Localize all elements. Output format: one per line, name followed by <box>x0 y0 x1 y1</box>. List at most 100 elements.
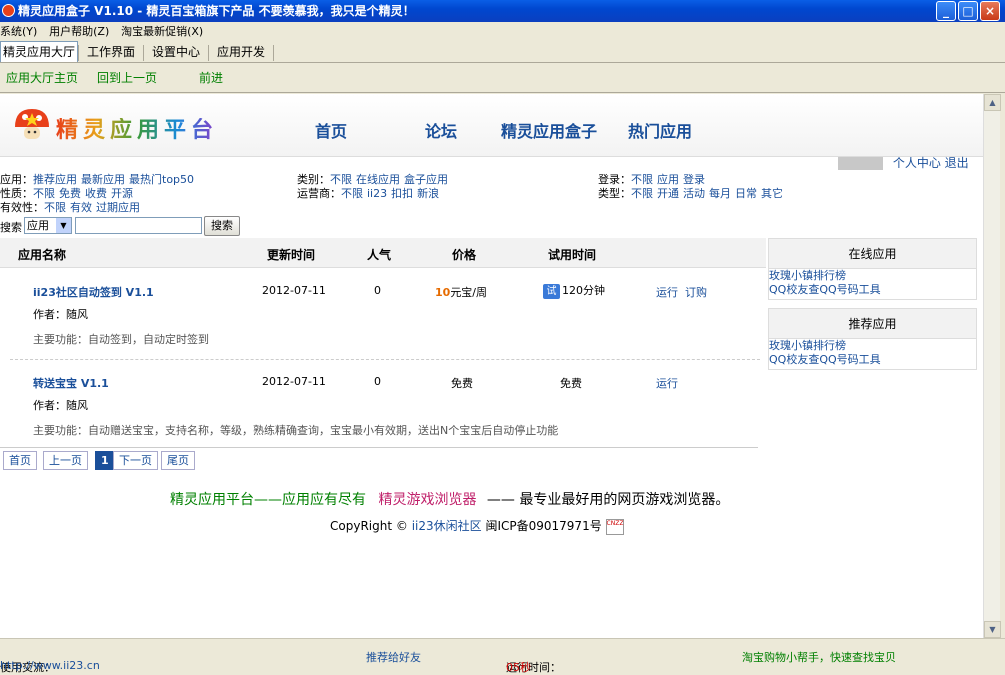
filter-option[interactable]: 扣扣 <box>391 187 413 200</box>
filter-option[interactable]: 过期应用 <box>96 201 140 214</box>
maximize-button[interactable]: □ <box>958 1 978 21</box>
recommended-apps-panel: 推荐应用 玫瑰小镇排行榜 QQ校友查QQ号码工具 <box>768 308 977 370</box>
page-first-button[interactable]: 首页 <box>3 451 37 470</box>
panel-title: 推荐应用 <box>769 309 976 339</box>
run-link[interactable]: 运行 <box>656 284 678 300</box>
search-button[interactable]: 搜索 <box>204 216 240 236</box>
sidebar-link[interactable]: 玫瑰小镇排行榜 <box>769 339 976 353</box>
user-center-link[interactable]: 个人中心 <box>893 156 941 170</box>
popularity: 0 <box>374 284 381 297</box>
app-name-link[interactable]: 转送宝宝 V1.1 <box>33 375 109 391</box>
search-type-select[interactable]: 应用 ▼ <box>24 217 72 234</box>
footer-slogan: 精灵应用平台——应用应有尽有 <box>170 492 366 508</box>
menu-help[interactable]: 用户帮助(Z) <box>49 22 117 41</box>
tab-app-hall[interactable]: 精灵应用大厅 <box>0 41 79 62</box>
trial-time: 试 120分钟 <box>543 282 605 299</box>
filter-option[interactable]: 不限 <box>341 187 363 200</box>
panel-title: 在线应用 <box>769 239 976 269</box>
nav-back-link[interactable]: 回到上一页 <box>97 63 157 93</box>
table-bottom-line <box>0 447 758 448</box>
sidebar-link[interactable]: 玫瑰小镇排行榜 <box>769 269 976 283</box>
filter-option[interactable]: 每月 <box>709 187 731 200</box>
filter-option[interactable]: 其它 <box>761 187 783 200</box>
search-label: 搜索 <box>0 221 22 234</box>
browser-desc: —— 最专业最好用的网页游戏浏览器。 <box>486 492 730 508</box>
filter-operator: 运营商：不限 ii23 扣扣 新浪 <box>297 185 443 201</box>
minimize-button[interactable]: _ <box>936 1 956 21</box>
filter-option[interactable]: 日常 <box>735 187 757 200</box>
subscribe-link[interactable]: 订购 <box>685 284 707 300</box>
update-date: 2012-07-11 <box>262 284 326 297</box>
exchange-url-link[interactable]: http://www.ii23.cn <box>0 659 100 672</box>
tab-bar: 精灵应用大厅 工作界面 设置中心 应用开发 <box>0 41 1005 63</box>
filter-label: 运营商： <box>297 187 341 200</box>
page-last-button[interactable]: 尾页 <box>161 451 195 470</box>
col-popularity: 人气 <box>367 248 392 262</box>
col-trial-time: 试用时间 <box>548 248 597 262</box>
run-link[interactable]: 运行 <box>656 375 678 391</box>
chevron-down-icon[interactable]: ▼ <box>56 218 71 233</box>
description: 主要功能：自动赠送宝宝，支持名称，等级，熟练精确查询，宝宝最小有效期，送出N个宝… <box>33 424 559 437</box>
mainnav-forum[interactable]: 论坛 <box>425 118 457 142</box>
logo-text: 精灵应用平台 <box>56 118 219 143</box>
status-bar: 使用交流： http://www.ii23.cn 推荐给好友 运行时间： 05秒 淘… <box>0 638 1005 674</box>
menu-system[interactable]: 系统(Y) <box>0 22 45 41</box>
price: 10元宝/周 <box>435 284 487 300</box>
nav-home-link[interactable]: 应用大厅主页 <box>6 63 78 93</box>
mainnav-hot-apps[interactable]: 热门应用 <box>628 118 692 142</box>
page-prev-button[interactable]: 上一页 <box>43 451 88 470</box>
trial-duration: 120分钟 <box>562 284 605 297</box>
vertical-scrollbar[interactable]: ▲ ▼ <box>983 94 1001 638</box>
community-link[interactable]: ii23休闲社区 <box>412 519 482 533</box>
search-input[interactable] <box>75 217 202 234</box>
filter-option[interactable]: 新浪 <box>417 187 439 200</box>
filter-option[interactable]: ii23 <box>367 187 387 200</box>
filter-option[interactable]: 不限 <box>44 201 66 214</box>
icp: 闽ICP备09017971号 <box>485 519 602 533</box>
sidebar-link[interactable]: QQ校友查QQ号码工具 <box>769 353 976 367</box>
recommend-friend-link[interactable]: 推荐给好友 <box>366 649 421 665</box>
author: 作者：随风 <box>33 399 88 412</box>
nav-forward-link[interactable]: 前进 <box>199 63 223 93</box>
user-box: 个人中心 退出 <box>838 154 969 171</box>
close-button[interactable]: × <box>980 1 1000 21</box>
browser-link[interactable]: 精灵游戏浏览器 <box>378 492 476 508</box>
table-header: 应用名称 更新时间 人气 价格 试用时间 <box>0 238 766 268</box>
site-header: 精灵应用平台 首页 论坛 精灵应用盒子 热门应用 <box>0 94 983 157</box>
filter-option[interactable]: 开通 <box>657 187 679 200</box>
taobao-helper-link[interactable]: 淘宝购物小帮手，快速查找宝贝 <box>742 649 896 665</box>
trial-duration: 免费 <box>560 377 582 390</box>
price-number: 10 <box>435 286 451 299</box>
site-logo-text: 精灵应用平台 <box>56 112 218 144</box>
filter-label: 有效性： <box>0 201 44 214</box>
author: 作者：随风 <box>33 308 88 321</box>
web-content: 精灵应用平台 首页 论坛 精灵应用盒子 热门应用 个人中心 退出 应用：推荐应用… <box>0 94 983 638</box>
update-date: 2012-07-11 <box>262 375 326 388</box>
mushroom-logo-icon <box>15 109 49 139</box>
scroll-down-icon[interactable]: ▼ <box>984 621 1001 638</box>
app-name-link[interactable]: ii23社区自动签到 V1.1 <box>33 284 154 300</box>
filter-option[interactable]: 不限 <box>631 187 653 200</box>
footer-slogan-line: 精灵应用平台——应用应有尽有 精灵游戏浏览器 —— 最专业最好用的网页游戏浏览器… <box>170 489 729 509</box>
col-update-time: 更新时间 <box>267 248 316 262</box>
scroll-up-icon[interactable]: ▲ <box>984 94 1001 111</box>
cnzz-stats-icon[interactable]: CNZZ <box>605 518 624 535</box>
page-current[interactable]: 1 <box>95 451 115 470</box>
page-next-button[interactable]: 下一页 <box>113 451 158 470</box>
price-unit: 免费 <box>451 377 473 390</box>
tab-workspace[interactable]: 工作界面 <box>79 42 143 63</box>
tab-app-dev[interactable]: 应用开发 <box>209 42 273 63</box>
runtime-value: 05秒 <box>506 661 531 674</box>
filter-option[interactable]: 活动 <box>683 187 705 200</box>
mainnav-home[interactable]: 首页 <box>315 118 347 142</box>
sidebar-link[interactable]: QQ校友查QQ号码工具 <box>769 283 976 297</box>
tab-settings[interactable]: 设置中心 <box>144 42 208 63</box>
logout-link[interactable]: 退出 <box>945 156 969 170</box>
menu-taobao[interactable]: 淘宝最新促销(X) <box>121 22 211 41</box>
filter-option[interactable]: 有效 <box>70 201 92 214</box>
filter-option[interactable]: 最热门top50 <box>129 173 194 186</box>
row-divider <box>10 359 760 360</box>
description: 主要功能：自动签到，自动定时签到 <box>33 333 209 346</box>
mainnav-app-box[interactable]: 精灵应用盒子 <box>501 118 597 142</box>
app-icon <box>2 4 15 17</box>
